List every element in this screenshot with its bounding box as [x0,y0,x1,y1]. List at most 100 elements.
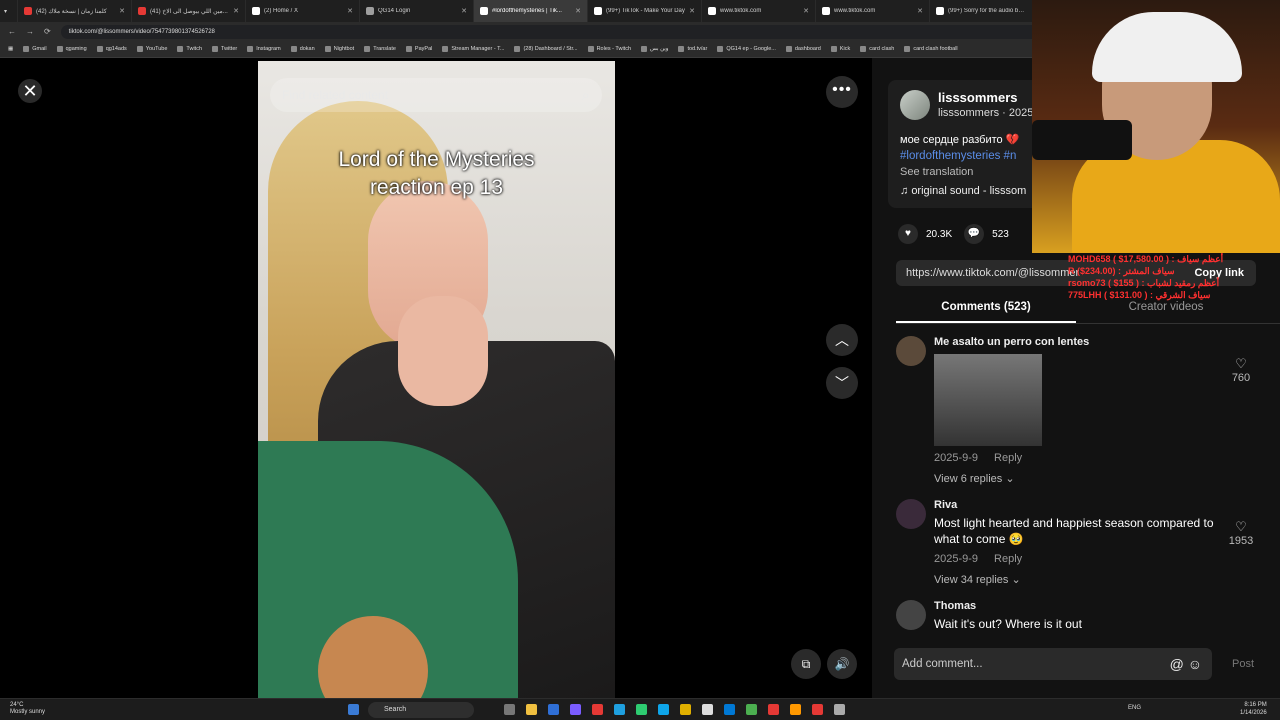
bookmark-item[interactable]: Roles - Twitch [587,46,631,52]
taskbar-app-icon[interactable] [348,704,359,715]
sound-link[interactable]: ♫ original sound - lisssom [900,185,1026,197]
taskbar-app-icon[interactable] [724,704,735,715]
heart-outline-icon[interactable]: ♡ [1226,519,1256,535]
taskbar-app-icon[interactable] [812,704,823,715]
taskbar-app-icon[interactable] [790,704,801,715]
tab-menu-icon[interactable]: ▾ [4,8,7,15]
bookmark-item[interactable]: card clash football [904,46,958,52]
bookmark-item[interactable]: (28) Dashboard / Str... [514,46,578,52]
bookmark-item[interactable]: Twitch [177,46,202,52]
heart-outline-icon[interactable]: ♡ [1226,356,1256,372]
heart-icon[interactable]: ♥ [898,224,918,244]
taskbar-app-icon[interactable] [614,704,625,715]
taskbar-app-icon[interactable] [768,704,779,715]
tab-close-icon[interactable]: ✕ [575,7,581,15]
post-hashtags[interactable]: #lordofthemysteries #n [900,150,1016,162]
browser-tab[interactable]: ▾ [0,0,18,22]
taskbar-app-icon[interactable] [526,704,537,715]
tab-comments[interactable]: Comments (523) [896,294,1076,323]
comment-like[interactable]: ♡ 760 [1226,356,1256,384]
like-stat[interactable]: ♥ 20.3K [898,224,952,244]
bookmark-item[interactable]: YouTube [136,46,167,52]
tab-close-icon[interactable]: ✕ [803,7,809,15]
close-button[interactable]: ✕ [18,79,42,103]
view-replies-button[interactable]: View 34 replies ⌄ [934,573,1280,586]
bookmark-item[interactable]: Nightbot [324,46,354,52]
bookmark-item[interactable]: tod.tv/ar [678,46,707,52]
commenter-avatar[interactable] [896,336,926,366]
bookmark-item[interactable]: Twitter [212,46,237,52]
taskbar-app-icon[interactable] [680,704,691,715]
post-comment-button[interactable]: Post [1232,658,1254,670]
bookmark-item[interactable]: card clash [860,46,894,52]
taskbar-app-icon[interactable] [570,704,581,715]
browser-tab[interactable]: (99+) Sorry for the audio bug...✕ [930,0,1044,22]
taskbar-app-icon[interactable] [636,704,647,715]
picture-in-picture-button[interactable]: ⧉ [791,649,821,679]
reply-button[interactable]: Reply [994,452,1022,464]
browser-tab[interactable]: (42) كلمنا زمان | نسخة ملاك ✕ [18,0,132,22]
video-player[interactable]: Find related content ⌕ Lord of the Myste… [258,61,615,698]
commenter-name[interactable]: Riva [934,499,1280,511]
taskbar-app-icon[interactable] [746,704,757,715]
clock[interactable]: 8:16 PM 1/14/2026 [1240,701,1267,717]
taskbar-app-icon[interactable] [548,704,559,715]
bookmark-item[interactable]: dokan [290,46,315,52]
taskbar-app-icon[interactable] [592,704,603,715]
forward-icon[interactable]: → [26,27,34,36]
bookmark-item[interactable]: وين بس [641,46,668,52]
commenter-avatar[interactable] [896,499,926,529]
comment-image[interactable] [934,354,1042,446]
taskbar-app-icon[interactable] [504,704,515,715]
tab-close-icon[interactable]: ✕ [689,7,695,15]
bookmark-item[interactable]: Translate [364,46,396,52]
browser-tab[interactable]: (2) Home / X ✕ [246,0,360,22]
browser-tab[interactable]: www.tiktok.com ✕ [816,0,930,22]
bookmark-item[interactable]: dashboard [785,46,821,52]
bookmark-item[interactable]: PayPal [405,46,432,52]
bookmark-item[interactable]: QG14 ep - Google... [717,46,776,52]
bookmark-item[interactable]: Kick [830,46,850,52]
comment-icon[interactable]: 💬 [964,224,985,244]
see-translation-link[interactable]: See translation [900,166,973,178]
related-search-input[interactable]: Find related content ⌕ [270,78,602,112]
commenter-avatar[interactable] [896,600,926,630]
view-replies-button[interactable]: View 6 replies ⌄ [934,472,1280,485]
browser-tab[interactable]: (99+) TikTok - Make Your Day ✕ [588,0,702,22]
bookmark-item[interactable]: Instagram [247,46,281,52]
tab-close-icon[interactable]: ✕ [119,7,125,15]
comment-like[interactable]: ♡ 1953 [1226,519,1256,547]
previous-video-button[interactable]: ︿ [826,324,858,356]
volume-button[interactable]: 🔊 [827,649,857,679]
taskbar-app-icon[interactable] [702,704,713,715]
bookmark-item[interactable]: Stream Manager - T... [442,46,504,52]
mention-icon[interactable]: @ [1170,656,1184,672]
weather-widget[interactable]: 24°C Mostly sunny [10,702,45,716]
bookmark-item[interactable]: qgaming [56,46,87,52]
language-indicator[interactable]: ENG [1128,705,1141,711]
next-video-button[interactable]: ﹀ [826,367,858,399]
more-options-button[interactable]: ••• [826,76,858,108]
tab-close-icon[interactable]: ✕ [917,7,923,15]
browser-tab[interactable]: www.tiktok.com ✕ [702,0,816,22]
commenter-name[interactable]: Me asalto un perro con lentes [934,336,1280,348]
back-icon[interactable]: ← [8,27,16,36]
author-username[interactable]: lisssommers [938,90,1018,105]
browser-tab[interactable]: #lordofthemysteries | Tik... ✕ [474,0,588,22]
taskbar-app-icon[interactable] [658,704,669,715]
taskbar-app-icon[interactable] [834,704,845,715]
search-icon[interactable]: ⌕ [582,87,590,104]
browser-tab[interactable]: QG14 Login ✕ [360,0,474,22]
tab-close-icon[interactable]: ✕ [233,7,239,15]
taskbar-search[interactable]: Search [368,702,474,718]
add-comment-input[interactable]: Add comment... @ ☺ [894,648,1212,680]
comment-stat[interactable]: 💬 523 [964,224,1009,244]
apps-icon[interactable]: ▦ [8,46,13,52]
tab-close-icon[interactable]: ✕ [347,7,353,15]
browser-tab[interactable]: (41) مين اللي بيوصل الى الاخ... ✕ [132,0,246,22]
emoji-icon[interactable]: ☺ [1188,656,1202,672]
reload-icon[interactable]: ⟳ [44,27,51,36]
tab-close-icon[interactable]: ✕ [461,7,467,15]
url-field[interactable]: tiktok.com/@lissommers/video/75477398013… [60,24,1061,39]
avatar[interactable] [900,90,930,120]
